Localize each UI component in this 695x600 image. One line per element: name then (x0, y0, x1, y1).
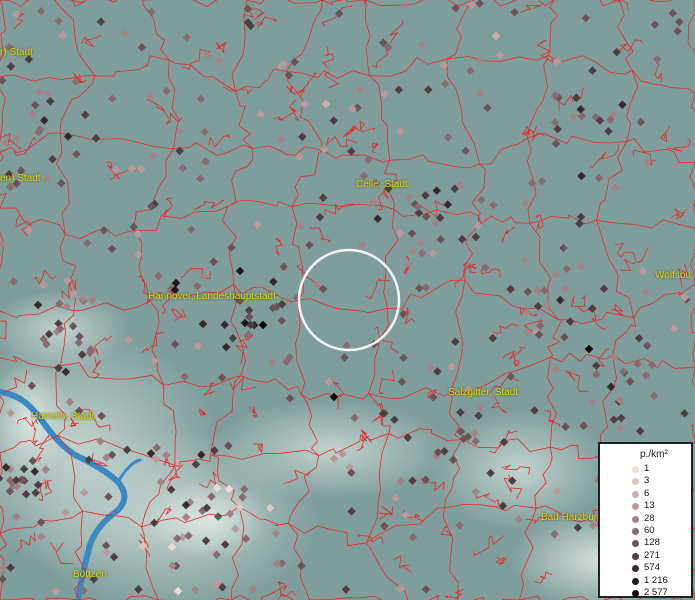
legend-swatch (632, 503, 639, 511)
legend-label: 2 577 (644, 587, 668, 598)
city-label-bodenwerder[interactable]: Böttzen (73, 569, 107, 580)
city-label-hannover[interactable]: Hannover, Landeshauptstadt (148, 291, 276, 302)
legend-swatch (632, 577, 639, 585)
map-view[interactable]: r) Stadt en) Stadt Celle, Stadt Hannover… (0, 0, 695, 600)
legend-label: 60 (644, 525, 655, 536)
legend-row: 28 (600, 513, 691, 525)
legend-swatch (632, 466, 639, 473)
city-label-wolfsburg[interactable]: Wolfsbu (655, 270, 691, 281)
legend-label: 28 (644, 512, 655, 524)
legend-swatch (632, 565, 639, 573)
city-label-celle[interactable]: Celle, Stadt (356, 179, 408, 190)
legend-label: 3 (644, 475, 650, 487)
legend-row: 271 (600, 550, 691, 562)
legend-label: 574 (644, 562, 660, 574)
legend-label: 128 (644, 537, 660, 549)
legend-swatch (632, 515, 639, 523)
legend-title: p./km² (640, 449, 668, 460)
legend-swatch (632, 590, 639, 597)
legend-row: 60 (600, 525, 691, 537)
legend-row: 128 (600, 537, 691, 549)
legend-label: 6 (644, 487, 650, 499)
legend-row: 2 577 (600, 587, 691, 599)
density-legend: p./km² 1 3 6 13 28 60 128 271 574 1 216 2 577 (598, 442, 693, 598)
legend-swatch (632, 552, 639, 560)
legend-swatch (632, 490, 639, 498)
city-label-stadt-nw[interactable]: r) Stadt (0, 47, 33, 58)
legend-label: 1 (644, 463, 650, 474)
legend-swatch (632, 540, 639, 548)
legend-label: 13 (644, 500, 655, 512)
legend-row: 13 (600, 500, 691, 512)
city-label-stadt-w[interactable]: en) Stadt (0, 173, 41, 184)
legend-row: 1 216 (600, 575, 691, 587)
legend-row: 1 (600, 463, 691, 475)
city-label-salzgitter[interactable]: Salzgitter, Stadt (448, 387, 518, 398)
map-canvas[interactable] (0, 0, 695, 600)
legend-swatch (632, 528, 639, 535)
legend-row: 574 (600, 562, 691, 574)
legend-label: 271 (644, 549, 660, 561)
legend-swatch (632, 478, 639, 486)
city-label-bad-harzburg[interactable]: Bad Harzbur (541, 512, 597, 523)
legend-row: 6 (600, 488, 691, 500)
legend-label: 1 216 (644, 574, 668, 586)
legend-row: 3 (600, 475, 691, 487)
city-label-hameln[interactable]: Hameln, Stadt (31, 411, 94, 422)
